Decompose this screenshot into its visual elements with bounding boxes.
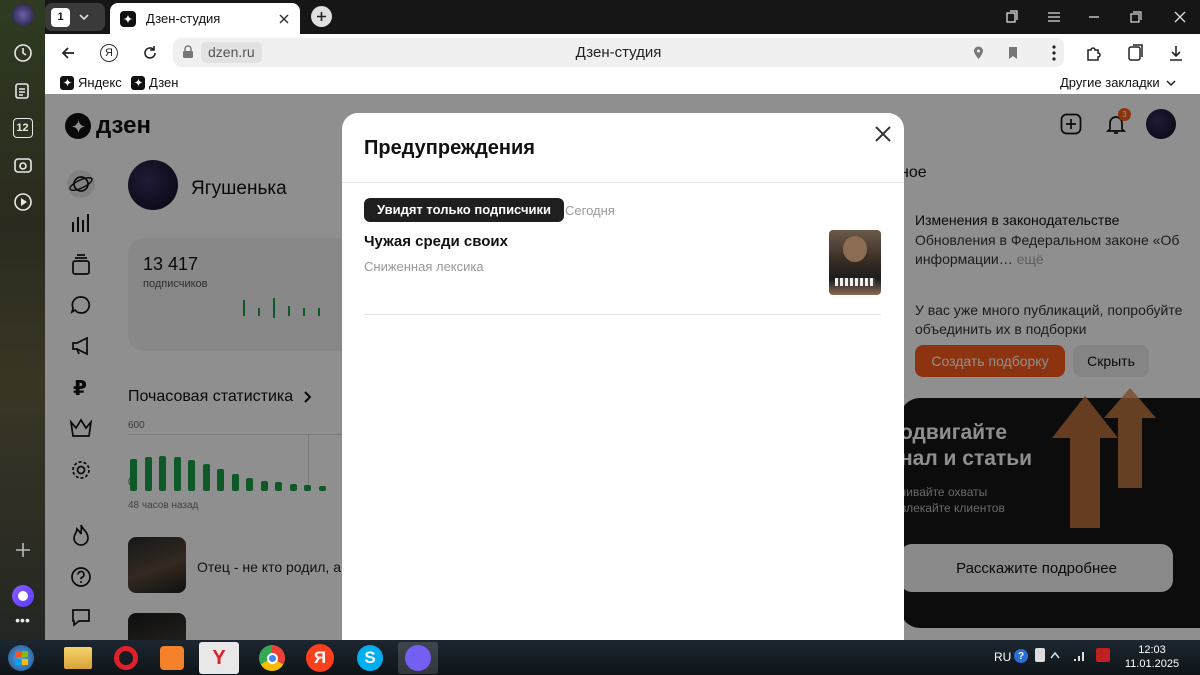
warning-item-reason: Сниженная лексика bbox=[364, 259, 484, 274]
date-label: Сегодня bbox=[565, 203, 615, 218]
bookmark-dzen[interactable]: Дзен bbox=[131, 75, 178, 90]
chrome-taskbar-icon[interactable] bbox=[252, 642, 292, 674]
warnings-modal: Предупреждения Увидят только подписчики … bbox=[342, 113, 904, 653]
media-player-taskbar-icon[interactable] bbox=[152, 642, 192, 674]
yandex-taskbar-icon[interactable]: Я bbox=[300, 642, 340, 674]
divider bbox=[364, 314, 881, 315]
chevron-down-icon bbox=[79, 14, 89, 21]
bookmark-yandex[interactable]: Яндекс bbox=[60, 75, 122, 90]
profile-avatar[interactable] bbox=[12, 4, 34, 26]
bookmark-icon[interactable] bbox=[1008, 46, 1018, 60]
close-icon[interactable] bbox=[874, 125, 892, 143]
skype-taskbar-icon[interactable]: S bbox=[350, 642, 390, 674]
warning-item-thumbnail[interactable] bbox=[829, 230, 881, 295]
minimize-icon[interactable] bbox=[1076, 2, 1112, 32]
download-icon[interactable] bbox=[1158, 38, 1194, 68]
windows-logo-icon bbox=[8, 645, 34, 671]
back-icon[interactable] bbox=[50, 38, 86, 68]
address-title: Дзен-студия bbox=[575, 44, 662, 61]
tray-up-arrow-icon[interactable] bbox=[1050, 651, 1060, 659]
dzen-favicon-icon bbox=[120, 10, 136, 27]
tab-manager-icon[interactable] bbox=[994, 2, 1030, 32]
menu-icon[interactable] bbox=[1036, 2, 1072, 32]
toolbar: Я dzen.ru Дзен-студия bbox=[45, 34, 1200, 72]
help-tray-icon[interactable]: ? bbox=[1014, 649, 1028, 663]
plus-icon bbox=[317, 12, 326, 21]
collections-toolbar-icon[interactable] bbox=[1118, 38, 1154, 68]
screenshot-icon[interactable] bbox=[10, 152, 35, 177]
dzen-favicon-icon bbox=[60, 75, 74, 90]
active-tab[interactable]: Дзен-студия bbox=[110, 3, 300, 34]
active-tab-title: Дзен-студия bbox=[146, 11, 221, 26]
close-tab-icon[interactable] bbox=[278, 13, 290, 25]
bookmarks-bar: Яндекс Дзен Другие закладки bbox=[45, 72, 1200, 94]
bookmark-label: Дзен bbox=[149, 75, 179, 90]
tabs-counter-icon[interactable]: 12 bbox=[10, 115, 35, 140]
battery-icon[interactable] bbox=[1096, 648, 1110, 662]
add-panel-icon[interactable] bbox=[10, 537, 35, 562]
tabs-counter-label: 12 bbox=[12, 117, 33, 138]
alice-icon[interactable] bbox=[10, 583, 35, 608]
other-bookmarks-label: Другие закладки bbox=[1060, 75, 1160, 90]
clock-date: 11.01.2025 bbox=[1124, 658, 1180, 670]
browser-sidebar: 12 ••• bbox=[0, 0, 45, 640]
tab-bar: 1 Дзен-студия bbox=[45, 0, 1200, 34]
bookmark-label: Яндекс bbox=[78, 75, 122, 90]
warning-item-title[interactable]: Чужая среди своих bbox=[364, 233, 508, 250]
tab-group-button[interactable]: 1 bbox=[45, 3, 105, 31]
reload-icon[interactable] bbox=[132, 38, 168, 68]
collections-icon[interactable] bbox=[10, 78, 35, 103]
yandex-home-icon[interactable]: Я bbox=[91, 38, 127, 68]
visibility-chip[interactable]: Увидят только подписчики bbox=[364, 198, 564, 222]
other-bookmarks[interactable]: Другие закладки bbox=[1060, 75, 1176, 90]
chevron-down-icon bbox=[1166, 79, 1176, 86]
extensions-icon[interactable] bbox=[1076, 38, 1112, 68]
tray-flag-icon[interactable] bbox=[1035, 648, 1045, 662]
new-tab-button[interactable] bbox=[311, 6, 332, 27]
tab-counter: 1 bbox=[51, 7, 70, 27]
address-field[interactable]: dzen.ru Дзен-студия bbox=[173, 38, 1064, 67]
clock[interactable]: 12:03 11.01.2025 bbox=[1122, 643, 1182, 671]
yandex-browser-taskbar-icon[interactable]: Y bbox=[199, 642, 239, 674]
history-icon[interactable] bbox=[10, 40, 35, 65]
close-window-icon[interactable] bbox=[1162, 2, 1198, 32]
more-vertical-icon[interactable] bbox=[1036, 38, 1072, 68]
address-domain: dzen.ru bbox=[201, 42, 262, 63]
language-indicator[interactable]: RU bbox=[994, 650, 1011, 664]
more-icon[interactable]: ••• bbox=[10, 612, 35, 628]
windows-taskbar: Y Я S RU ? 12:03 11.01.2025 bbox=[0, 640, 1200, 675]
play-icon[interactable] bbox=[10, 189, 35, 214]
viber-taskbar-icon[interactable] bbox=[398, 642, 438, 674]
clock-time: 12:03 bbox=[1138, 644, 1166, 656]
modal-title: Предупреждения bbox=[364, 137, 535, 159]
dzen-favicon-icon bbox=[131, 75, 145, 90]
start-button[interactable] bbox=[4, 642, 38, 674]
restore-icon[interactable] bbox=[1118, 2, 1154, 32]
opera-taskbar-icon[interactable] bbox=[106, 642, 146, 674]
location-pin-icon[interactable] bbox=[973, 46, 984, 60]
explorer-taskbar-icon[interactable] bbox=[58, 642, 98, 674]
divider bbox=[342, 182, 904, 183]
lock-icon[interactable] bbox=[182, 45, 194, 59]
network-icon[interactable] bbox=[1073, 648, 1087, 662]
